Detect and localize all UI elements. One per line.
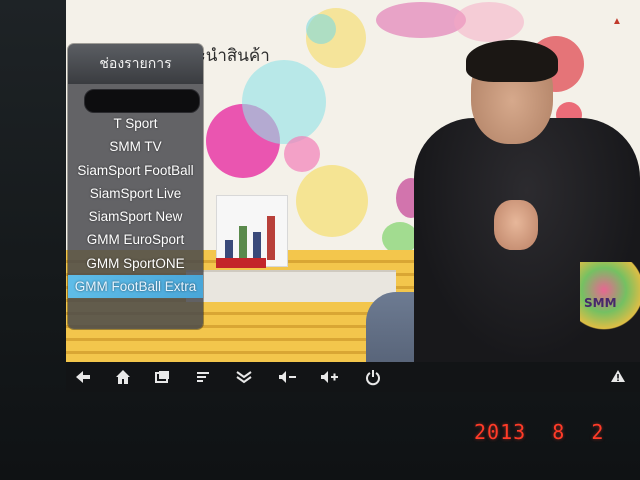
corner-logo-icon: ▲ (612, 16, 622, 27)
volume-up-icon[interactable] (318, 368, 342, 386)
host-hands (494, 200, 538, 250)
channel-item-siamsport-live[interactable]: SiamSport Live (68, 182, 203, 205)
back-icon[interactable] (74, 368, 94, 386)
channel-list-panel: ช่องรายการ T Sport SMM TV SiamSport Foot… (68, 44, 203, 329)
decor-bubble (376, 2, 466, 38)
station-logo: SMM (580, 262, 640, 332)
chevron-down-double-icon[interactable] (234, 368, 256, 386)
channel-item-t-sport[interactable]: T Sport (68, 112, 203, 135)
station-logo-text: SMM (584, 296, 617, 310)
channel-item-siamsport-new[interactable]: SiamSport New (68, 205, 203, 228)
channel-item-gmm-football-extra[interactable]: GMM FootBall Extra (68, 275, 203, 299)
menu-icon[interactable] (194, 368, 214, 386)
decor-bubble (296, 165, 368, 237)
channel-item-gmm-eurosport[interactable]: GMM EuroSport (68, 228, 203, 251)
product-display (216, 195, 288, 267)
decor-bubble (306, 14, 336, 44)
desk-surface (186, 270, 396, 302)
channel-panel-header: ช่องรายการ (68, 44, 203, 84)
host-hair (466, 40, 558, 82)
product-box (216, 258, 266, 268)
volume-down-icon[interactable] (276, 368, 300, 386)
warning-icon[interactable] (610, 368, 628, 386)
recent-apps-icon[interactable] (153, 368, 173, 386)
channel-search-input[interactable] (84, 89, 200, 113)
home-icon[interactable] (114, 368, 134, 386)
decor-bubble (242, 60, 326, 144)
channel-item-smm-tv[interactable]: SMM TV (68, 135, 203, 158)
channel-item-gmm-sportone[interactable]: GMM SportONE (68, 252, 203, 275)
decor-bubble (454, 2, 524, 42)
channel-list: T Sport SMM TV SiamSport FootBall SiamSp… (68, 112, 203, 299)
camera-date-stamp: 2013 8 2 (474, 420, 605, 444)
channel-item-siamsport-football[interactable]: SiamSport FootBall (68, 159, 203, 182)
decor-bubble (284, 136, 320, 172)
power-icon[interactable] (364, 368, 384, 386)
system-nav-bar (66, 362, 640, 392)
